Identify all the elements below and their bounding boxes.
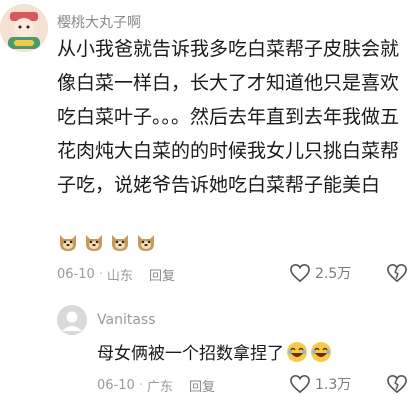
dislike-button[interactable] [386, 263, 408, 287]
user-avatar[interactable] [57, 305, 87, 335]
comment-location: 广东 [146, 380, 173, 395]
like-count: 2.5万 [315, 266, 352, 282]
like-button[interactable]: 1.3万 [289, 374, 351, 394]
like-button[interactable]: 2.5万 [289, 263, 351, 283]
doge-emoji-icon [112, 235, 128, 251]
heart-icon [290, 263, 310, 283]
like-count: 1.3万 [315, 377, 352, 393]
broken-heart-icon [387, 374, 407, 394]
dislike-button[interactable] [386, 374, 408, 398]
comment-location: 山东 [106, 269, 133, 284]
reply-button[interactable]: 回复 [189, 376, 215, 395]
doge-emoji-icon [138, 235, 154, 251]
laughing-emoji-icon [287, 342, 307, 362]
comment-text-content: 母女俩被一个招数拿捏了 [97, 344, 284, 364]
laughing-emoji-icon [311, 342, 331, 362]
user-avatar[interactable] [0, 4, 48, 52]
doge-emoji-icon [60, 235, 76, 251]
meta-separator: · [98, 267, 103, 282]
broken-heart-icon [387, 263, 407, 283]
comment-text: 母女俩被一个招数拿捏了 [97, 341, 417, 365]
comment-date: 06-10 [97, 378, 135, 393]
username[interactable]: 樱桃大丸子啊 [57, 12, 141, 32]
reply-button[interactable]: 回复 [149, 265, 175, 284]
username[interactable]: Vanitass [97, 312, 156, 328]
comment-meta: 06-10 · 山东 回复 [57, 265, 175, 284]
comment-meta: 06-10 · 广东 回复 [97, 376, 215, 395]
doge-emoji-icon [86, 235, 102, 251]
heart-icon [290, 374, 310, 394]
comment-text: 从小我爸就告诉我多吃白菜帮子皮肤会就像白菜一样白，长大了才知道他只是喜欢吃白菜叶… [57, 38, 400, 196]
comment-1: 樱桃大丸子啊 从小我爸就告诉我多吃白菜帮子皮肤会就像白菜一样白，长大了才知道他只… [0, 0, 419, 300]
meta-separator: · [138, 378, 143, 393]
emoji-row [57, 231, 157, 253]
comment-date: 06-10 [57, 267, 95, 282]
